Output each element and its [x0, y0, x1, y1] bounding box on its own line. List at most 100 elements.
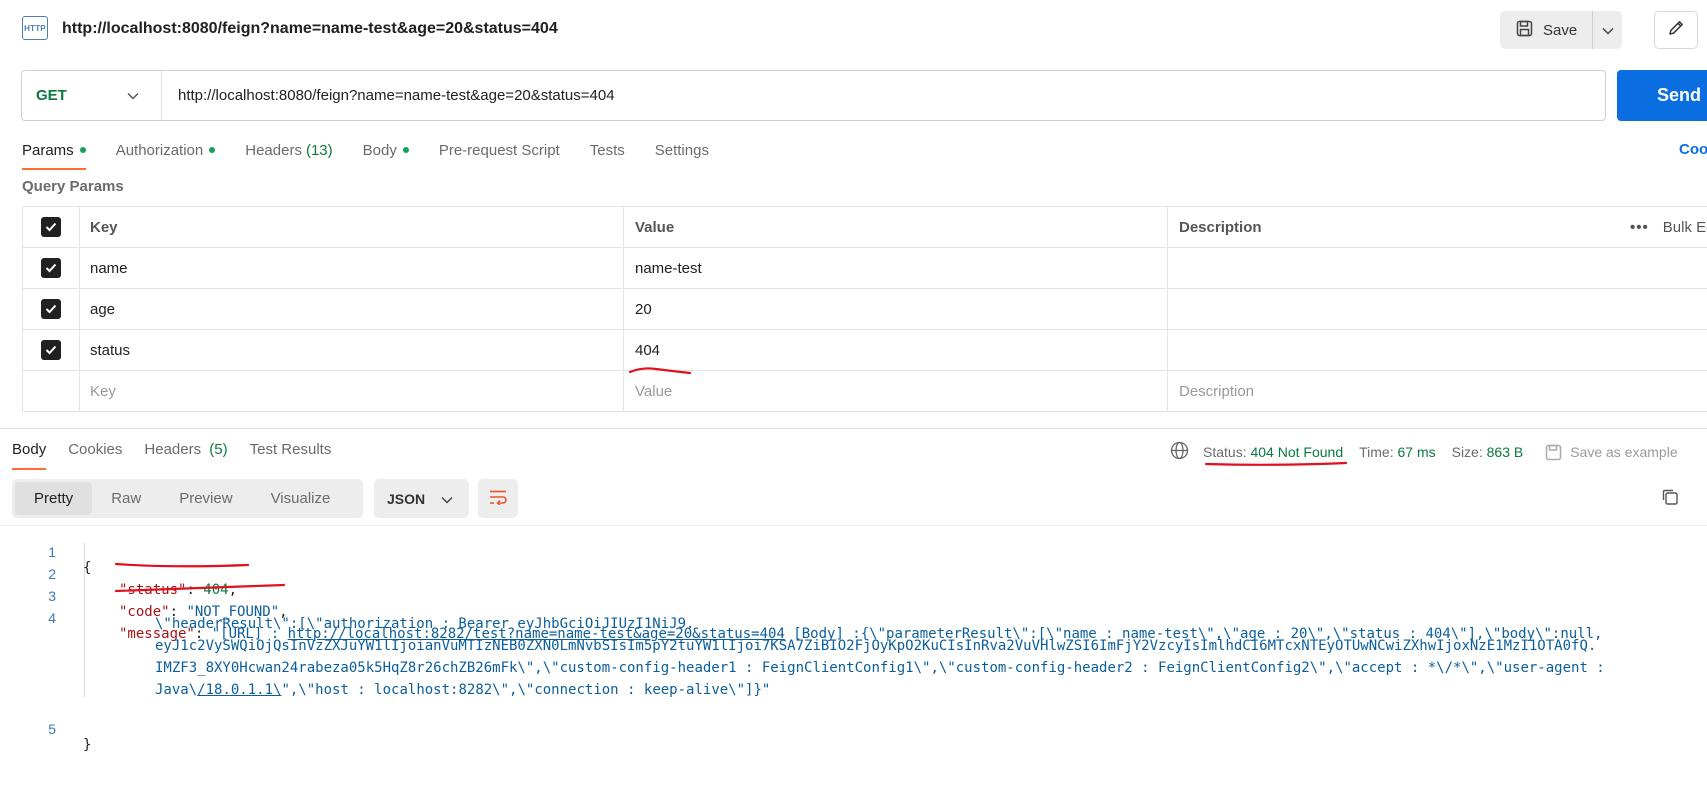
query-params-table: Key Value Description ••• Bulk Edit name… — [22, 206, 1707, 412]
row-checkbox[interactable] — [22, 330, 79, 370]
line-number: 1 — [48, 544, 56, 560]
save-button[interactable]: Save — [1500, 11, 1592, 49]
checkmark-icon — [41, 299, 61, 319]
param-key-field[interactable]: age — [79, 289, 623, 329]
save-button-group[interactable]: Save — [1500, 11, 1622, 49]
code-text: } — [83, 737, 92, 753]
tab-response-cookies[interactable]: Cookies — [68, 441, 122, 458]
status-label: Status: — [1203, 444, 1247, 460]
size-indicator[interactable]: Size: 863 B — [1452, 444, 1524, 460]
line-number: 2 — [48, 566, 56, 582]
time-label: Time: — [1359, 444, 1394, 460]
param-key-field[interactable]: status — [79, 330, 623, 370]
message-link[interactable]: /18.0.1.1\ — [197, 682, 281, 698]
size-value: 863 B — [1486, 444, 1524, 460]
tab-response-body[interactable]: Body — [12, 441, 47, 470]
code-line: 4 "message": "[URL] : http://localhost:8… — [0, 594, 1602, 658]
table-row: status 404 — [22, 330, 1707, 371]
tab-test-results[interactable]: Test Results — [250, 441, 332, 458]
new-description-field[interactable]: Description — [1167, 371, 1707, 411]
row-checkbox[interactable] — [22, 289, 79, 329]
url-input[interactable]: http://localhost:8080/feign?name=name-te… — [162, 87, 615, 104]
time-value: 67 ms — [1397, 444, 1436, 460]
time-indicator[interactable]: Time: 67 ms — [1359, 444, 1436, 460]
tab-tests[interactable]: Tests — [590, 139, 625, 161]
select-all-checkbox[interactable] — [22, 207, 79, 247]
status-indicator[interactable]: Status: 404 Not Found — [1203, 444, 1343, 460]
line-number: 5 — [48, 721, 56, 737]
annotation-underline — [1204, 461, 1348, 466]
json-string: Java\ — [155, 682, 198, 698]
param-value-field[interactable]: 404 — [623, 330, 1167, 370]
tab-pre-request-script[interactable]: Pre-request Script — [439, 139, 560, 161]
save-options-button[interactable] — [1592, 11, 1622, 49]
view-preview-button[interactable]: Preview — [160, 482, 251, 515]
param-description-field[interactable] — [1167, 330, 1707, 370]
tab-headers[interactable]: Headers (13) — [245, 139, 332, 161]
view-mode-group: Pretty Raw Preview Visualize — [12, 479, 363, 518]
code-top-border — [0, 525, 1707, 526]
new-value-field[interactable]: Value — [623, 371, 1167, 411]
json-string: ",\"host : localhost:8282\",\"connection… — [281, 682, 771, 698]
new-key-field[interactable]: Key — [79, 371, 623, 411]
bulk-edit-button[interactable]: Bulk Edit — [1663, 219, 1707, 236]
query-params-heading: Query Params — [22, 178, 124, 195]
column-header-key: Key — [79, 207, 623, 247]
tab-label: Headers — [245, 141, 302, 159]
method-select[interactable]: GET — [22, 71, 162, 120]
table-row: name name-test — [22, 248, 1707, 289]
json-string: IMZF3_8XY0Hcwan24rabeza05k5HqZ8r26chZB26… — [155, 660, 1605, 676]
tab-authorization[interactable]: Authorization — [116, 139, 216, 161]
wrap-lines-button[interactable] — [478, 479, 518, 518]
chevron-down-icon — [1601, 22, 1614, 39]
chevron-down-icon — [127, 87, 139, 104]
more-options-icon[interactable]: ••• — [1630, 219, 1649, 236]
annotation-underline — [628, 367, 692, 375]
cookies-link[interactable]: Coo — [1679, 141, 1707, 158]
tab-label: Settings — [654, 141, 709, 159]
table-row-empty: Key Value Description — [22, 371, 1707, 412]
row-checkbox[interactable] — [22, 248, 79, 288]
tab-settings[interactable]: Settings — [655, 139, 709, 161]
format-label: JSON — [387, 490, 426, 507]
method-label: GET — [36, 87, 67, 104]
view-pretty-button[interactable]: Pretty — [15, 482, 93, 515]
param-key-field[interactable]: name — [79, 248, 623, 288]
response-tabs: Body Cookies Headers (5) Test Results — [12, 441, 353, 470]
bulk-edit-group: ••• Bulk Edit — [1630, 219, 1707, 236]
status-value: 404 Not Found — [1250, 444, 1344, 460]
tab-count: (5) — [209, 441, 228, 458]
param-value-field[interactable]: name-test — [623, 248, 1167, 288]
json-string: eyJ1c2VySWQiOjQsInVzZXJuYW1lIjoianVuMTIz… — [155, 638, 1597, 654]
format-select[interactable]: JSON — [374, 479, 469, 518]
code-text: Java\/18.0.1.1\",\"host : localhost:8282… — [155, 682, 770, 698]
checkmark-icon — [41, 258, 61, 278]
modified-dot-icon — [402, 147, 409, 153]
tab-params[interactable]: Params — [22, 139, 86, 170]
globe-icon[interactable] — [1170, 441, 1189, 463]
edit-button[interactable] — [1654, 11, 1698, 49]
save-as-example-button[interactable]: Save as example — [1545, 444, 1678, 461]
request-tab-title[interactable]: http://localhost:8080/feign?name=name-te… — [62, 20, 558, 38]
tab-label: Headers — [144, 441, 202, 458]
modified-dot-icon — [79, 147, 86, 153]
table-row: age 20 — [22, 289, 1707, 330]
param-description-field[interactable] — [1167, 248, 1707, 288]
view-raw-button[interactable]: Raw — [92, 482, 160, 515]
view-visualize-button[interactable]: Visualize — [252, 482, 350, 515]
copy-icon — [1660, 489, 1680, 511]
pane-divider — [0, 428, 1707, 429]
tab-body[interactable]: Body — [363, 139, 409, 161]
row-checkbox-empty — [22, 371, 79, 411]
save-example-label: Save as example — [1570, 444, 1678, 460]
param-value-field[interactable]: 20 — [623, 289, 1167, 329]
pencil-icon — [1667, 19, 1685, 41]
table-header-row: Key Value Description ••• Bulk Edit — [22, 207, 1707, 248]
tab-response-headers[interactable]: Headers (5) — [144, 441, 227, 458]
save-label: Save — [1543, 21, 1578, 39]
annotation-underline — [114, 562, 250, 568]
send-button[interactable]: Send — [1617, 70, 1707, 121]
param-description-field[interactable] — [1167, 289, 1707, 329]
tab-label: Pre-request Script — [438, 141, 560, 159]
copy-button[interactable] — [1660, 487, 1680, 511]
